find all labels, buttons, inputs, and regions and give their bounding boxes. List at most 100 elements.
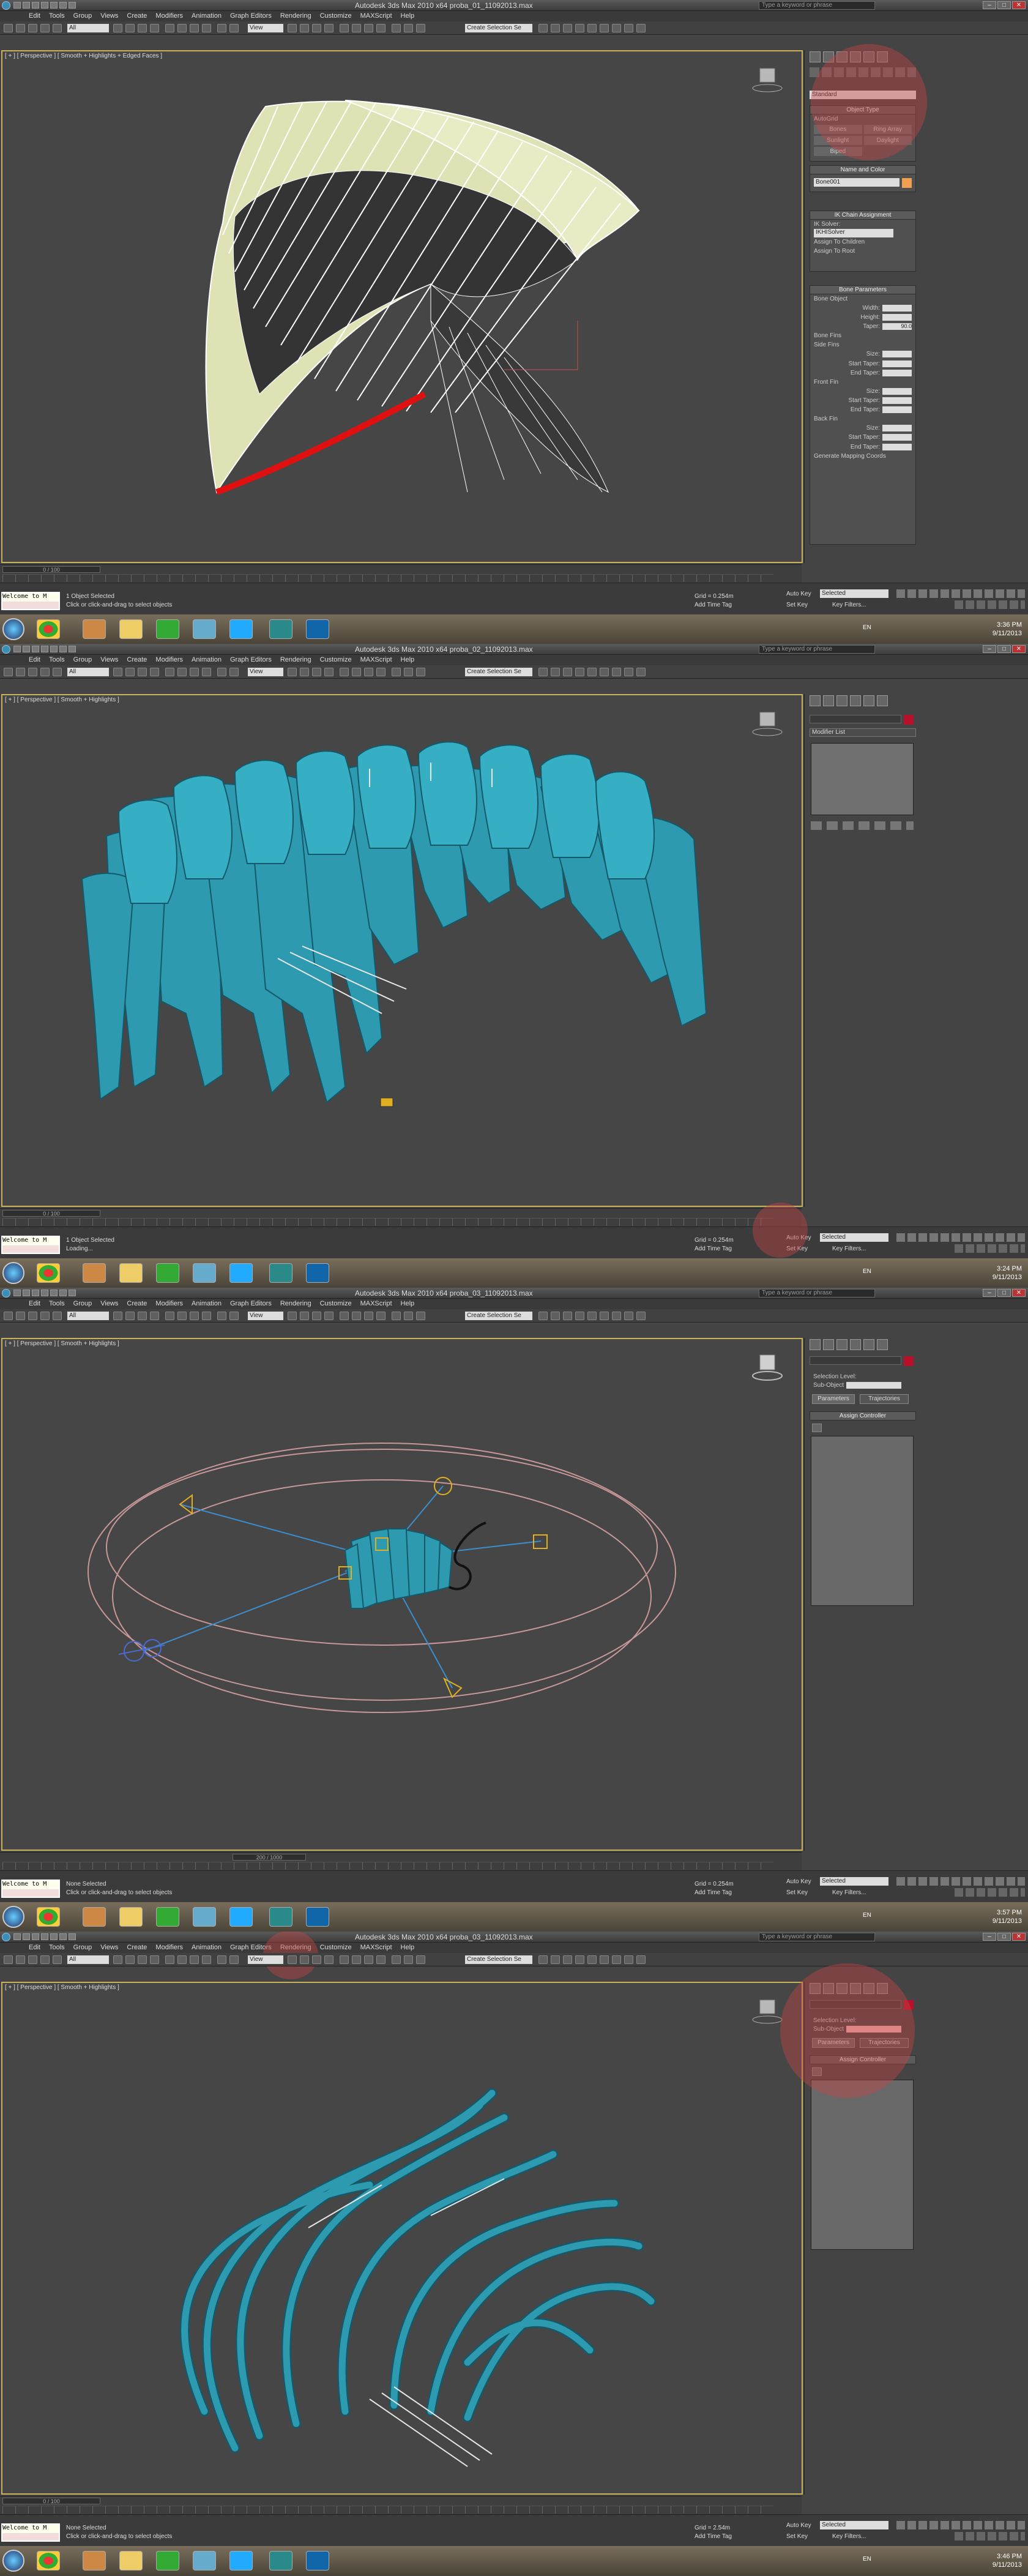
maxscript-listener[interactable]: Welcome to M — [1, 1236, 60, 1254]
controller-tree[interactable] — [811, 1436, 914, 1606]
rendered-frame-icon[interactable] — [404, 1312, 413, 1320]
material-editor-icon[interactable] — [376, 24, 386, 32]
windows-start-icon[interactable] — [2, 2550, 24, 2572]
select-scale-icon[interactable] — [190, 1312, 199, 1320]
graphite-icon[interactable] — [340, 1955, 349, 1964]
clock[interactable]: 3:46 PM 9/11/2013 — [993, 2552, 1022, 2569]
menu-animation[interactable]: Animation — [187, 11, 226, 21]
menu-create[interactable]: Create — [122, 655, 151, 665]
object-name-field[interactable]: Bone001 — [814, 178, 900, 187]
redo-icon[interactable] — [16, 1312, 25, 1320]
object-name-field[interactable] — [810, 1356, 901, 1365]
search-input[interactable]: Type a keyword or phrase — [759, 645, 875, 654]
photoshop-icon[interactable] — [306, 1907, 329, 1927]
select-by-name-icon[interactable] — [125, 1955, 135, 1964]
stack-tools[interactable] — [811, 821, 914, 830]
menu-animation[interactable]: Animation — [187, 655, 226, 665]
menu-modifiers[interactable]: Modifiers — [151, 11, 187, 21]
align-tool-icon[interactable] — [551, 24, 560, 32]
search-input[interactable]: Type a keyword or phrase — [759, 1289, 875, 1297]
rollout-header[interactable]: IK Chain Assignment — [810, 211, 915, 220]
maxscript-listener[interactable]: Welcome to M — [1, 1880, 60, 1898]
layer-icon[interactable] — [624, 1955, 633, 1964]
material-editor-icon[interactable] — [376, 1312, 386, 1320]
unlink-icon[interactable] — [40, 1312, 50, 1320]
assign-root-checkbox[interactable]: Assign To Root — [810, 247, 915, 256]
normal-align-icon[interactable] — [575, 1955, 584, 1964]
3dsmax-app-icon[interactable] — [2, 645, 10, 654]
menu-customize[interactable]: Customize — [316, 1299, 356, 1309]
skype-icon[interactable] — [229, 1263, 253, 1283]
selection-filter-dropdown[interactable]: All — [67, 1312, 109, 1320]
assign-controller-icon[interactable] — [812, 1424, 822, 1432]
menu-help[interactable]: Help — [397, 1943, 419, 1952]
bind-spacewarp-icon[interactable] — [53, 1312, 62, 1320]
key-filters-button[interactable]: Key Filters... — [832, 2533, 866, 2540]
rect-selection-icon[interactable] — [138, 668, 147, 676]
command-panel-tabs[interactable] — [810, 695, 920, 707]
utorrent-icon[interactable] — [156, 1907, 179, 1927]
network-icon[interactable] — [193, 1263, 216, 1283]
snap-icon[interactable] — [229, 1312, 239, 1320]
windows-start-icon[interactable] — [2, 618, 24, 640]
select-move-icon[interactable] — [165, 24, 174, 32]
key-mode-dropdown[interactable]: Selected — [820, 589, 888, 598]
named-selection-dropdown[interactable]: Create Selection Se — [465, 1955, 532, 1964]
key-filters-button[interactable]: Key Filters... — [832, 602, 866, 608]
modifier-stack[interactable] — [811, 743, 914, 815]
viewport-navigation-controls[interactable] — [955, 2532, 1025, 2541]
menu-edit[interactable]: Edit — [24, 11, 45, 21]
perspective-viewport[interactable]: [ + ] [ Perspective ] [ Smooth + Highlig… — [1, 1338, 803, 1851]
place-highlight-icon[interactable] — [587, 1312, 597, 1320]
auto-key-button[interactable]: Auto Key — [786, 2522, 811, 2529]
align-tool-icon[interactable] — [551, 1955, 560, 1964]
reference-coord-dropdown[interactable]: View — [248, 668, 283, 676]
trajectories-button[interactable]: Trajectories — [860, 1394, 909, 1404]
pivot-icon[interactable] — [288, 24, 297, 32]
keyboard-shortcut-icon[interactable] — [217, 24, 226, 32]
utorrent-icon[interactable] — [156, 1263, 179, 1283]
align-icon[interactable] — [312, 1955, 321, 1964]
align-camera-icon[interactable] — [600, 668, 609, 676]
select-by-name-icon[interactable] — [125, 1312, 135, 1320]
key-filters-button[interactable]: Key Filters... — [832, 1245, 866, 1252]
render-icon[interactable] — [416, 1312, 425, 1320]
select-rotate-icon[interactable] — [177, 1312, 187, 1320]
render-production-icon[interactable] — [636, 668, 646, 676]
layer-icon[interactable] — [624, 668, 633, 676]
side-start-taper-spinner[interactable]: Start Taper: — [810, 359, 915, 368]
select-rotate-icon[interactable] — [177, 1955, 187, 1964]
menu-modifiers[interactable]: Modifiers — [151, 655, 187, 665]
pivot-icon[interactable] — [288, 668, 297, 676]
unlink-icon[interactable] — [40, 668, 50, 676]
language-indicator[interactable]: EN — [863, 1268, 871, 1275]
pivot-icon[interactable] — [288, 1955, 297, 1964]
layer-icon[interactable] — [624, 24, 633, 32]
width-spinner[interactable]: Width: — [810, 304, 915, 313]
window-controls[interactable]: – □ ✕ — [981, 1933, 1026, 1941]
undo-icon[interactable] — [4, 1955, 13, 1964]
quick-align-icon[interactable] — [563, 1312, 572, 1320]
menu-animation[interactable]: Animation — [187, 1299, 226, 1309]
menu-views[interactable]: Views — [96, 1943, 122, 1952]
select-object-icon[interactable] — [113, 24, 122, 32]
material-editor-icon[interactable] — [376, 1955, 386, 1964]
schematic-view-icon[interactable] — [364, 1312, 373, 1320]
select-move-icon[interactable] — [165, 1955, 174, 1964]
place-highlight-icon[interactable] — [587, 24, 597, 32]
quick-align-icon[interactable] — [563, 24, 572, 32]
photoshop-icon[interactable] — [306, 1263, 329, 1283]
menu-edit[interactable]: Edit — [24, 655, 45, 665]
language-indicator[interactable]: EN — [863, 2556, 871, 2563]
rect-selection-icon[interactable] — [138, 1955, 147, 1964]
sketchup-icon[interactable] — [83, 619, 106, 639]
align-to-view-icon[interactable] — [612, 1312, 621, 1320]
menu-tools[interactable]: Tools — [45, 1943, 69, 1952]
3dsmax-icon[interactable] — [269, 1907, 292, 1927]
chrome-icon[interactable] — [37, 2551, 60, 2570]
select-rotate-icon[interactable] — [177, 668, 187, 676]
skype-icon[interactable] — [229, 619, 253, 639]
quick-align-icon[interactable] — [563, 1955, 572, 1964]
select-scale-icon[interactable] — [190, 1955, 199, 1964]
link-icon[interactable] — [28, 1955, 37, 1964]
